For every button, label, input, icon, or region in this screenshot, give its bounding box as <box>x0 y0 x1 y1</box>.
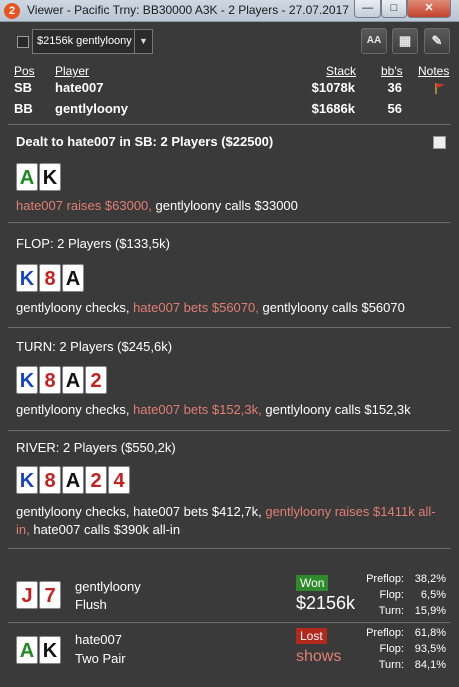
playing-card-diamond: K <box>16 366 38 394</box>
stat-label: Preflop: <box>366 573 404 585</box>
preflop-title: Dealt to hate007 in SB: 2 Players ($2250… <box>16 134 274 149</box>
river-title: RIVER: 2 Players ($550,2k) <box>16 440 176 455</box>
divider <box>8 548 451 549</box>
player-bbs: 56 <box>387 101 402 116</box>
result-player-name: hate007 <box>75 632 122 647</box>
turn-title: TURN: 2 Players ($245,6k) <box>16 339 173 354</box>
divider <box>8 222 451 223</box>
playing-card-heart: 4 <box>108 466 130 494</box>
stat-value: 38,2% <box>414 573 446 585</box>
select-checkbox[interactable] <box>17 36 29 48</box>
playing-card-heart: 8 <box>39 466 61 494</box>
maximize-button[interactable]: □ <box>381 0 407 18</box>
title-bar: 2 Viewer - Pacific Trny: BB30000 A3K - 2… <box>0 0 459 22</box>
stat-label: Preflop: <box>366 627 404 639</box>
player-name: hate007 <box>55 80 104 95</box>
stat-label: Turn: <box>378 605 404 617</box>
playing-card-spade: K <box>39 636 61 664</box>
grid-icon[interactable]: ▦ <box>392 28 418 54</box>
col-header-player[interactable]: Player <box>55 64 89 78</box>
action-text: hate007 calls $390k all-in <box>29 522 181 537</box>
note-icon[interactable] <box>433 136 446 149</box>
preflop-action: hate007 raises $63000, gentlyloony calls… <box>16 197 298 215</box>
app-icon: 2 <box>4 3 20 19</box>
playing-card-spade: A <box>62 466 84 494</box>
player-name: gentlyloony <box>55 101 128 116</box>
action-text: gentlyloony calls $33000 <box>151 198 298 213</box>
stat-value: 93,5% <box>414 643 446 655</box>
stat-value: 6,5% <box>420 589 446 601</box>
lost-badge: Lost <box>296 628 327 644</box>
playing-card-spade: A <box>62 366 84 394</box>
col-header-notes[interactable]: Notes <box>418 64 449 78</box>
stat-label: Turn: <box>378 659 404 671</box>
stat-value: 84,1% <box>414 659 446 671</box>
action-text: gentlyloony checks, hate007 bets $412,7k… <box>16 504 266 519</box>
river-action: gentlyloony checks, hate007 bets $412,7k… <box>16 503 446 539</box>
player-pos: BB <box>14 101 33 116</box>
flop-action: gentlyloony checks, hate007 bets $56070,… <box>16 299 405 317</box>
playing-card-heart: J <box>16 581 38 609</box>
player-pos: SB <box>14 80 33 95</box>
divider <box>8 622 451 623</box>
stat-label: Flop: <box>379 589 404 601</box>
flop-title: FLOP: 2 Players ($133,5k) <box>16 236 170 251</box>
hand-select-dropdown[interactable]: $2156k gentlyloony ▼ <box>32 29 153 54</box>
stat-label: Flop: <box>379 643 404 655</box>
close-button[interactable]: ✕ <box>407 0 451 18</box>
turn-action: gentlyloony checks, hate007 bets $152,3k… <box>16 401 411 419</box>
chevron-down-icon[interactable]: ▼ <box>134 30 152 53</box>
playing-card-heart: 2 <box>85 466 107 494</box>
minimize-button[interactable]: — <box>354 0 381 18</box>
action-highlight: hate007 raises $63000, <box>16 198 152 213</box>
won-badge: Won <box>296 575 329 591</box>
playing-card-diamond: K <box>16 264 38 292</box>
result-shows: shows <box>296 648 342 665</box>
players-table: Pos Player Stack bb's Notes SB hate007 $… <box>8 60 454 122</box>
action-highlight: hate007 bets $56070, <box>133 300 259 315</box>
playing-card-heart: 8 <box>39 264 61 292</box>
action-text: gentlyloony calls $56070 <box>258 300 405 315</box>
col-header-pos[interactable]: Pos <box>14 64 35 78</box>
action-text: gentlyloony calls $152,3k <box>261 402 411 417</box>
playing-card-club: A <box>16 163 38 191</box>
player-stack: $1686k <box>311 101 355 116</box>
playing-card-heart: 7 <box>39 581 61 609</box>
result-hand: Two Pair <box>75 651 126 666</box>
col-header-stack[interactable]: Stack <box>326 64 356 78</box>
playing-card-spade: K <box>39 163 61 191</box>
action-text: gentlyloony checks, <box>16 402 134 417</box>
stat-value: 61,8% <box>414 627 446 639</box>
action-text: gentlyloony checks, <box>16 300 134 315</box>
stat-value: 15,9% <box>414 605 446 617</box>
player-bbs: 36 <box>387 80 402 95</box>
hand-select-value: $2156k gentlyloony <box>37 35 132 47</box>
divider <box>8 430 451 431</box>
window-title: Viewer - Pacific Trny: BB30000 A3K - 2 P… <box>27 3 349 17</box>
result-player-name: gentlyloony <box>75 579 141 594</box>
playing-card-heart: 2 <box>85 366 107 394</box>
playing-card-spade: A <box>62 264 84 292</box>
divider <box>8 124 451 125</box>
edit-pencil-icon[interactable]: ✎ <box>424 28 450 54</box>
player-stack: $1078k <box>311 80 355 95</box>
playing-card-club: A <box>16 636 38 664</box>
action-highlight: hate007 bets $152,3k, <box>133 402 262 417</box>
col-header-bbs[interactable]: bb's <box>381 64 403 78</box>
playing-card-diamond: K <box>16 466 38 494</box>
playing-card-heart: 8 <box>39 366 61 394</box>
font-size-button[interactable]: AA <box>361 28 387 54</box>
flag-note-icon[interactable] <box>433 81 447 95</box>
result-hand: Flush <box>75 597 107 612</box>
toolbar: $2156k gentlyloony ▼ AA ▦ ✎ <box>8 26 454 58</box>
divider <box>8 327 451 328</box>
